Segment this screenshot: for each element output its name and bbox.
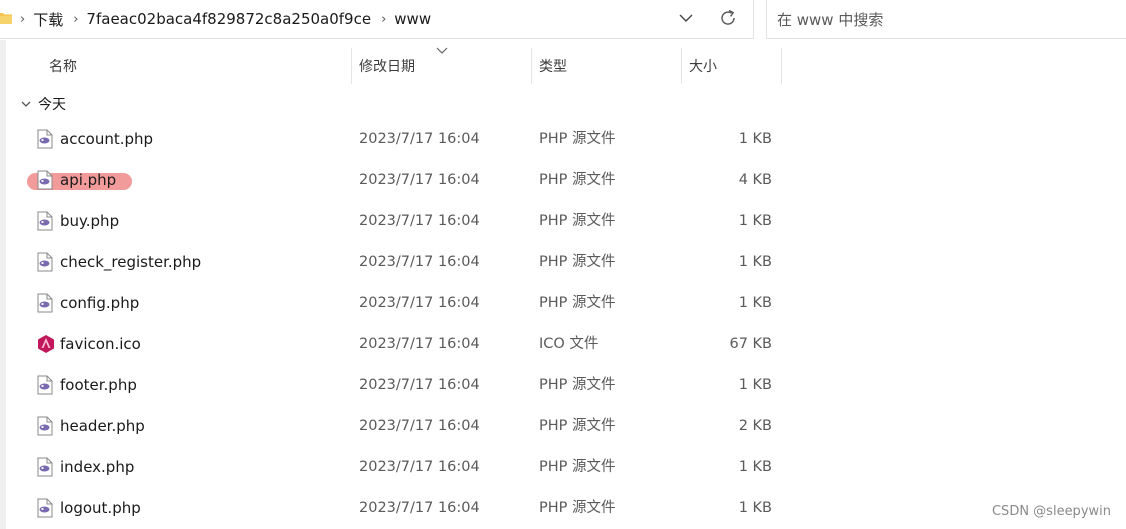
breadcrumb-item[interactable]: 下载 — [33, 9, 63, 30]
file-date: 2023/7/17 16:04 — [359, 418, 480, 434]
file-list: account.php 2023/7/17 16:04 PHP 源文件 1 KB api… — [0, 119, 1126, 529]
php-file-icon — [37, 457, 53, 477]
file-type: ICO 文件 — [539, 336, 599, 352]
search-box[interactable] — [766, 0, 1126, 39]
group-label: 今天 — [38, 97, 66, 113]
php-file-icon — [37, 416, 53, 436]
file-size: 1 KB — [738, 131, 772, 147]
file-date: 2023/7/17 16:04 — [359, 295, 480, 311]
file-type: PHP 源文件 — [539, 377, 616, 393]
file-size: 2 KB — [738, 418, 772, 434]
file-name[interactable]: header.php — [60, 406, 145, 447]
file-row[interactable]: buy.php 2023/7/17 16:04 PHP 源文件 1 KB — [0, 201, 1126, 242]
column-headers: 名称 修改日期 类型 大小 — [0, 47, 1126, 86]
file-row[interactable]: config.php 2023/7/17 16:04 PHP 源文件 1 KB — [0, 283, 1126, 324]
column-divider[interactable] — [781, 48, 782, 84]
file-size: 1 KB — [738, 377, 772, 393]
file-date: 2023/7/17 16:04 — [359, 459, 480, 475]
file-date: 2023/7/17 16:04 — [359, 131, 480, 147]
file-size: 1 KB — [738, 254, 772, 270]
php-file-icon — [37, 129, 53, 149]
file-type: PHP 源文件 — [539, 295, 616, 311]
file-date: 2023/7/17 16:04 — [359, 213, 480, 229]
file-name[interactable]: index.php — [60, 447, 134, 488]
breadcrumb-item[interactable]: 7faeac02baca4f829872c8a250a0f9ce — [86, 10, 371, 28]
file-name[interactable]: check_register.php — [60, 242, 201, 283]
file-name[interactable]: api.php — [60, 160, 116, 201]
file-row[interactable]: api.php 2023/7/17 16:04 PHP 源文件 4 KB — [0, 160, 1126, 201]
file-row[interactable]: favicon.ico 2023/7/17 16:04 ICO 文件 67 KB — [0, 324, 1126, 365]
file-type: PHP 源文件 — [539, 500, 616, 516]
file-date: 2023/7/17 16:04 — [359, 377, 480, 393]
file-name[interactable]: buy.php — [60, 201, 119, 242]
file-date: 2023/7/17 16:04 — [359, 172, 480, 188]
search-input[interactable] — [775, 8, 1109, 32]
column-divider[interactable] — [351, 48, 352, 84]
file-name[interactable]: logout.php — [60, 488, 141, 529]
file-size: 4 KB — [738, 172, 772, 188]
file-size: 1 KB — [738, 213, 772, 229]
file-name[interactable]: config.php — [60, 283, 139, 324]
file-row[interactable]: account.php 2023/7/17 16:04 PHP 源文件 1 KB — [0, 119, 1126, 160]
file-type: PHP 源文件 — [539, 131, 616, 147]
ico-file-icon — [37, 334, 54, 354]
file-size: 1 KB — [738, 459, 772, 475]
php-file-icon — [37, 293, 53, 313]
chevron-right-icon[interactable]: › — [381, 12, 386, 27]
file-row[interactable]: index.php 2023/7/17 16:04 PHP 源文件 1 KB — [0, 447, 1126, 488]
php-file-icon — [37, 252, 53, 272]
file-row[interactable]: logout.php 2023/7/17 16:04 PHP 源文件 1 KB — [0, 488, 1126, 529]
column-divider[interactable] — [681, 48, 682, 84]
column-header-name[interactable]: 名称 — [49, 48, 77, 86]
file-type: PHP 源文件 — [539, 254, 616, 270]
file-size: 1 KB — [738, 295, 772, 311]
file-date: 2023/7/17 16:04 — [359, 500, 480, 516]
file-row[interactable]: footer.php 2023/7/17 16:04 PHP 源文件 1 KB — [0, 365, 1126, 406]
top-bar: › 下载 › 7faeac02baca4f829872c8a250a0f9ce › www — [0, 0, 1126, 40]
file-name[interactable]: account.php — [60, 119, 153, 160]
file-type: PHP 源文件 — [539, 213, 616, 229]
breadcrumb: › 下载 › 7faeac02baca4f829872c8a250a0f9ce › www — [16, 0, 437, 38]
file-row[interactable]: check_register.php 2023/7/17 16:04 PHP 源文件… — [0, 242, 1126, 283]
php-file-icon — [37, 375, 53, 395]
chevron-down-icon[interactable] — [676, 10, 696, 26]
file-type: PHP 源文件 — [539, 459, 616, 475]
file-date: 2023/7/17 16:04 — [359, 336, 480, 352]
column-header-date[interactable]: 修改日期 — [359, 48, 415, 86]
file-date: 2023/7/17 16:04 — [359, 254, 480, 270]
chevron-right-icon[interactable]: › — [20, 12, 25, 27]
php-file-icon — [37, 211, 53, 231]
chevron-down-icon[interactable] — [20, 99, 32, 109]
file-row[interactable]: header.php 2023/7/17 16:04 PHP 源文件 2 KB — [0, 406, 1126, 447]
file-name[interactable]: footer.php — [60, 365, 137, 406]
file-size: 1 KB — [738, 500, 772, 516]
column-header-size[interactable]: 大小 — [689, 48, 717, 86]
address-bar[interactable]: › 下载 › 7faeac02baca4f829872c8a250a0f9ce › www — [0, 0, 754, 39]
breadcrumb-item[interactable]: www — [394, 10, 431, 28]
file-name[interactable]: favicon.ico — [60, 324, 141, 365]
column-divider[interactable] — [531, 48, 532, 84]
sort-arrow-icon — [436, 47, 448, 54]
file-type: PHP 源文件 — [539, 172, 616, 188]
watermark: CSDN @sleepywin — [991, 504, 1111, 519]
column-header-type[interactable]: 类型 — [539, 48, 567, 86]
file-size: 67 KB — [729, 336, 772, 352]
group-header-today[interactable]: 今天 — [20, 94, 66, 114]
php-file-icon — [37, 498, 53, 518]
php-file-icon — [37, 170, 53, 190]
refresh-icon[interactable] — [718, 8, 738, 28]
folder-icon — [0, 13, 12, 24]
chevron-right-icon[interactable]: › — [73, 12, 78, 27]
file-type: PHP 源文件 — [539, 418, 616, 434]
